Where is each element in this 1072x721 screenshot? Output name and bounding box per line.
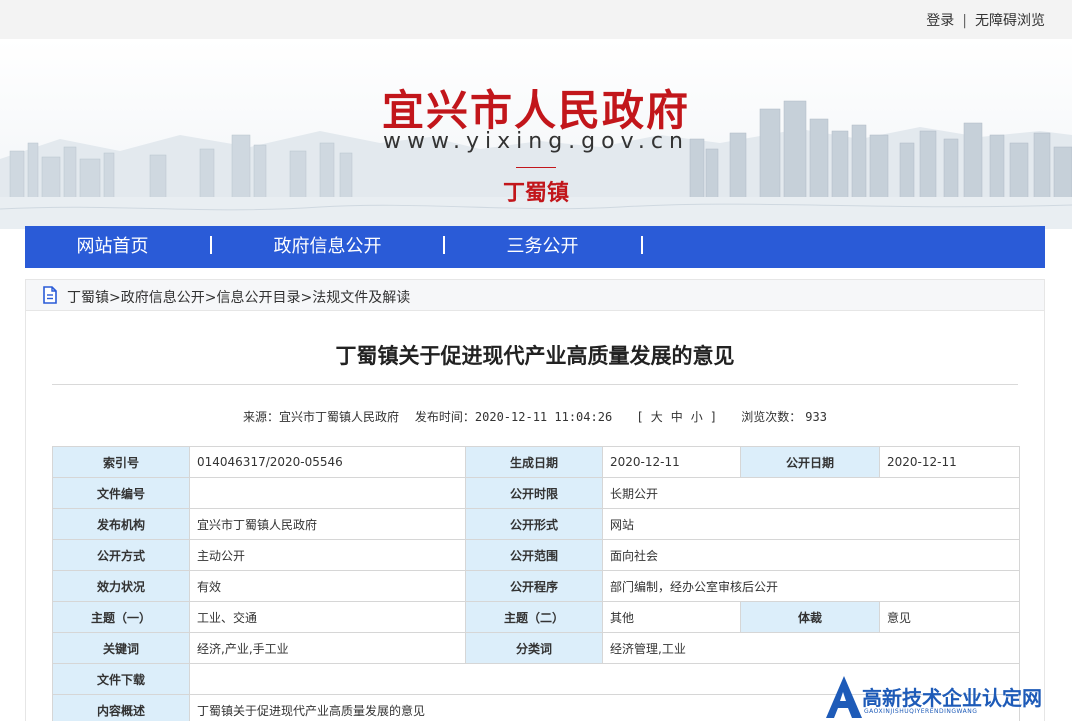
font-size-bracket-open: [ bbox=[638, 410, 643, 424]
source-value: 宜兴市丁蜀镇人民政府 bbox=[279, 410, 400, 424]
table-row: 索引号 014046317/2020-05546 生成日期 2020-12-11… bbox=[52, 446, 1020, 478]
pub-procedure-label: 公开程序 bbox=[465, 570, 603, 602]
index-no-label: 索引号 bbox=[52, 446, 190, 478]
doc-no-label: 文件编号 bbox=[52, 477, 190, 509]
publish-info: 发布时间：2020-12-11 11:04:26 bbox=[415, 410, 612, 424]
breadcrumb-item-info-catalog[interactable]: 信息公开目录 bbox=[216, 290, 300, 306]
table-row: 效力状况 有效 公开程序 部门编制，经办公室审核后公开 bbox=[52, 570, 1020, 602]
breadcrumb-item-gov-info[interactable]: 政府信息公开 bbox=[121, 290, 205, 306]
views-label: 浏览次数： bbox=[741, 410, 802, 424]
index-no-value: 014046317/2020-05546 bbox=[189, 446, 466, 478]
top-links: 登录 | 无障碍浏览 bbox=[926, 10, 1045, 30]
pub-method-value: 主动公开 bbox=[189, 539, 466, 571]
genre-label: 体裁 bbox=[740, 601, 880, 633]
nav-item-home[interactable]: 网站首页 bbox=[35, 226, 190, 268]
topic1-value: 工业、交通 bbox=[189, 601, 466, 633]
nav-item-three-affairs[interactable]: 三务公开 bbox=[470, 226, 615, 268]
watermark-logo-icon bbox=[826, 676, 862, 718]
download-label: 文件下载 bbox=[52, 663, 190, 695]
pub-method-label: 公开方式 bbox=[52, 539, 190, 571]
category-value: 经济管理,工业 bbox=[602, 632, 1020, 664]
pub-scope-label: 公开范围 bbox=[465, 539, 603, 571]
accessibility-link[interactable]: 无障碍浏览 bbox=[975, 13, 1045, 29]
validity-label: 效力状况 bbox=[52, 570, 190, 602]
font-size-switcher: [ 大中小] bbox=[628, 410, 725, 424]
top-bar: 登录 | 无障碍浏览 bbox=[0, 0, 1072, 39]
nav-item-gov-info[interactable]: 政府信息公开 bbox=[235, 226, 420, 268]
table-row: 文件编号 公开时限 长期公开 bbox=[52, 477, 1020, 509]
doc-no-value bbox=[189, 477, 466, 509]
top-link-separator: | bbox=[962, 13, 967, 29]
watermark-logo-letter: A bbox=[836, 692, 837, 693]
publish-time: 2020-12-11 11:04:26 bbox=[474, 410, 613, 424]
view-count-info: 浏览次数： 933 bbox=[741, 410, 827, 424]
views-value: 933 bbox=[805, 410, 827, 424]
breadcrumb-separator: > bbox=[204, 290, 217, 306]
source-label: 来源： bbox=[243, 410, 280, 424]
pub-form-value: 网站 bbox=[602, 508, 1020, 540]
table-row: 公开方式 主动公开 公开范围 面向社会 bbox=[52, 539, 1020, 571]
title-divider bbox=[516, 167, 556, 168]
pub-procedure-value: 部门编制，经办公室审核后公开 bbox=[602, 570, 1020, 602]
validity-value: 有效 bbox=[189, 570, 466, 602]
site-banner: 宜兴市人民政府 www.yixing.gov.cn 丁蜀镇 bbox=[0, 39, 1072, 229]
content-panel: 丁蜀镇>政府信息公开>信息公开目录>法规文件及解读 丁蜀镇关于促进现代产业高质量… bbox=[25, 279, 1045, 721]
source-info: 来源：宜兴市丁蜀镇人民政府 bbox=[243, 410, 399, 424]
gen-date-value: 2020-12-11 bbox=[602, 446, 741, 478]
title-divider-line bbox=[52, 384, 1018, 385]
issuer-label: 发布机构 bbox=[52, 508, 190, 540]
watermark-subtext: GAOXINJISHUQIYERENDINGWANG bbox=[864, 708, 978, 715]
breadcrumb-item-town[interactable]: 丁蜀镇 bbox=[67, 290, 109, 306]
article-meta: 来源：宜兴市丁蜀镇人民政府 发布时间：2020-12-11 11:04:26 [… bbox=[26, 408, 1044, 425]
breadcrumb-separator: > bbox=[109, 290, 121, 306]
main-nav: 网站首页 政府信息公开 三务公开 bbox=[25, 226, 1045, 268]
pub-period-label: 公开时限 bbox=[465, 477, 603, 509]
login-link[interactable]: 登录 bbox=[926, 13, 954, 29]
site-town-name: 丁蜀镇 bbox=[502, 181, 569, 206]
watermark: A 高新技术企业认定网 GAOXINJISHUQIYERENDINGWANG bbox=[820, 672, 1072, 721]
keywords-value: 经济,产业,手工业 bbox=[189, 632, 466, 664]
pub-period-value: 长期公开 bbox=[602, 477, 1020, 509]
breadcrumb-separator: > bbox=[300, 290, 313, 306]
breadcrumb: 丁蜀镇>政府信息公开>信息公开目录>法规文件及解读 bbox=[26, 280, 1044, 311]
topic2-value: 其他 bbox=[602, 601, 741, 633]
table-row: 主题（一） 工业、交通 主题（二） 其他 体裁 意见 bbox=[52, 601, 1020, 633]
gen-date-label: 生成日期 bbox=[465, 446, 603, 478]
site-url: www.yixing.gov.cn bbox=[383, 129, 689, 154]
topic1-label: 主题（一） bbox=[52, 601, 190, 633]
document-icon bbox=[42, 286, 58, 308]
pub-date-value: 2020-12-11 bbox=[879, 446, 1020, 478]
table-row: 发布机构 宜兴市丁蜀镇人民政府 公开形式 网站 bbox=[52, 508, 1020, 540]
article-title: 丁蜀镇关于促进现代产业高质量发展的意见 bbox=[335, 344, 735, 368]
watermark-text: 高新技术企业认定网 bbox=[862, 686, 1042, 710]
font-size-large[interactable]: 大 bbox=[651, 410, 663, 424]
publish-label: 发布时间： bbox=[414, 410, 475, 424]
breadcrumb-trail: 丁蜀镇>政府信息公开>信息公开目录>法规文件及解读 bbox=[67, 287, 410, 307]
breadcrumb-item-regulations[interactable]: 法规文件及解读 bbox=[312, 290, 410, 306]
nav-divider bbox=[641, 236, 643, 254]
nav-divider bbox=[210, 236, 212, 254]
nav-divider bbox=[443, 236, 445, 254]
summary-label: 内容概述 bbox=[52, 694, 190, 721]
genre-value: 意见 bbox=[879, 601, 1020, 633]
topic2-label: 主题（二） bbox=[465, 601, 603, 633]
keywords-label: 关键词 bbox=[52, 632, 190, 664]
pub-form-label: 公开形式 bbox=[465, 508, 603, 540]
pub-scope-value: 面向社会 bbox=[602, 539, 1020, 571]
category-label: 分类词 bbox=[465, 632, 603, 664]
font-size-bracket-close: ] bbox=[710, 410, 716, 424]
table-row: 关键词 经济,产业,手工业 分类词 经济管理,工业 bbox=[52, 632, 1020, 664]
font-size-small[interactable]: 小 bbox=[691, 410, 703, 424]
pub-date-label: 公开日期 bbox=[740, 446, 880, 478]
font-size-medium[interactable]: 中 bbox=[671, 410, 683, 424]
issuer-value: 宜兴市丁蜀镇人民政府 bbox=[189, 508, 466, 540]
